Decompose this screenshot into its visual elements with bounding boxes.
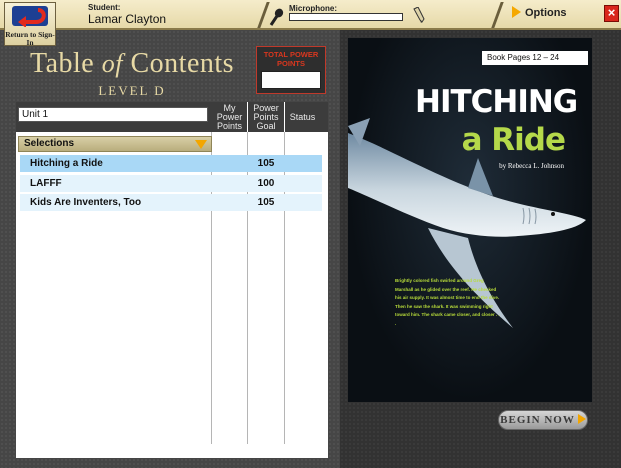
student-label: Student: [88,3,121,12]
table-row[interactable]: LAFFF 100 [20,175,322,192]
level-label: LEVEL D [98,83,166,98]
table-header [320,102,328,132]
power-points-goal: 100 [257,178,275,189]
play-triangle-icon [512,6,521,18]
microphone-label: Microphone: [289,4,337,13]
microphone-level-meter [289,13,403,21]
table-row[interactable]: Hitching a Ride 105 [20,155,322,172]
options-button[interactable]: Options [512,6,567,19]
total-power-points-box: TOTAL POWER POINTS [256,46,326,94]
return-label: Return to Sign-In [5,30,55,47]
microphone-icon[interactable] [268,8,284,26]
column-header-power-points-goal: Power Points Goal [248,102,284,132]
return-to-sign-in-button[interactable]: Return to Sign-In [4,2,56,47]
options-label: Options [525,7,567,19]
student-field: Student: Lamar Clayton [88,3,260,27]
return-arrow-icon [12,6,48,28]
play-triangle-icon [577,414,586,424]
dropdown-triangle-icon [195,140,207,149]
title-word: of [101,49,123,78]
selections-label: Selections [24,138,75,149]
unit-select[interactable]: Unit 1 [18,107,208,122]
student-name: Lamar Clayton [88,12,167,26]
power-points-goal: 105 [257,158,275,169]
book-title-line-2: a Ride [461,122,566,158]
column-header-status: Status [285,102,320,132]
begin-now-button[interactable]: BEGIN NOW [498,410,588,430]
power-points-goal: 105 [257,197,275,208]
selection-name: Hitching a Ride [30,158,103,169]
begin-now-label: BEGIN NOW [500,414,575,426]
close-button[interactable]: × [604,5,619,22]
total-power-points-label: TOTAL POWER POINTS [263,50,319,68]
selection-name: Kids Are Inventers, Too [30,197,142,208]
page-title: Table of Contents [22,48,242,80]
selection-name: LAFFF [30,178,62,189]
book-author: by Rebecca L. Johnson [499,162,564,170]
pencil-icon[interactable] [412,7,426,23]
table-row[interactable]: Kids Are Inventers, Too 105 [20,194,322,211]
book-excerpt: Brightly colored fish swirled around Gre… [395,278,500,326]
book-pages-label: Book Pages 12 – 24 [482,51,588,65]
selections-dropdown[interactable]: Selections [18,136,212,152]
title-word: Contents [130,48,235,79]
total-power-points-value [261,71,321,89]
column-header-my-power-points: My Power Points [212,102,247,132]
book-title-line-1: HITCHING [415,84,578,120]
title-word: Table [29,48,95,79]
